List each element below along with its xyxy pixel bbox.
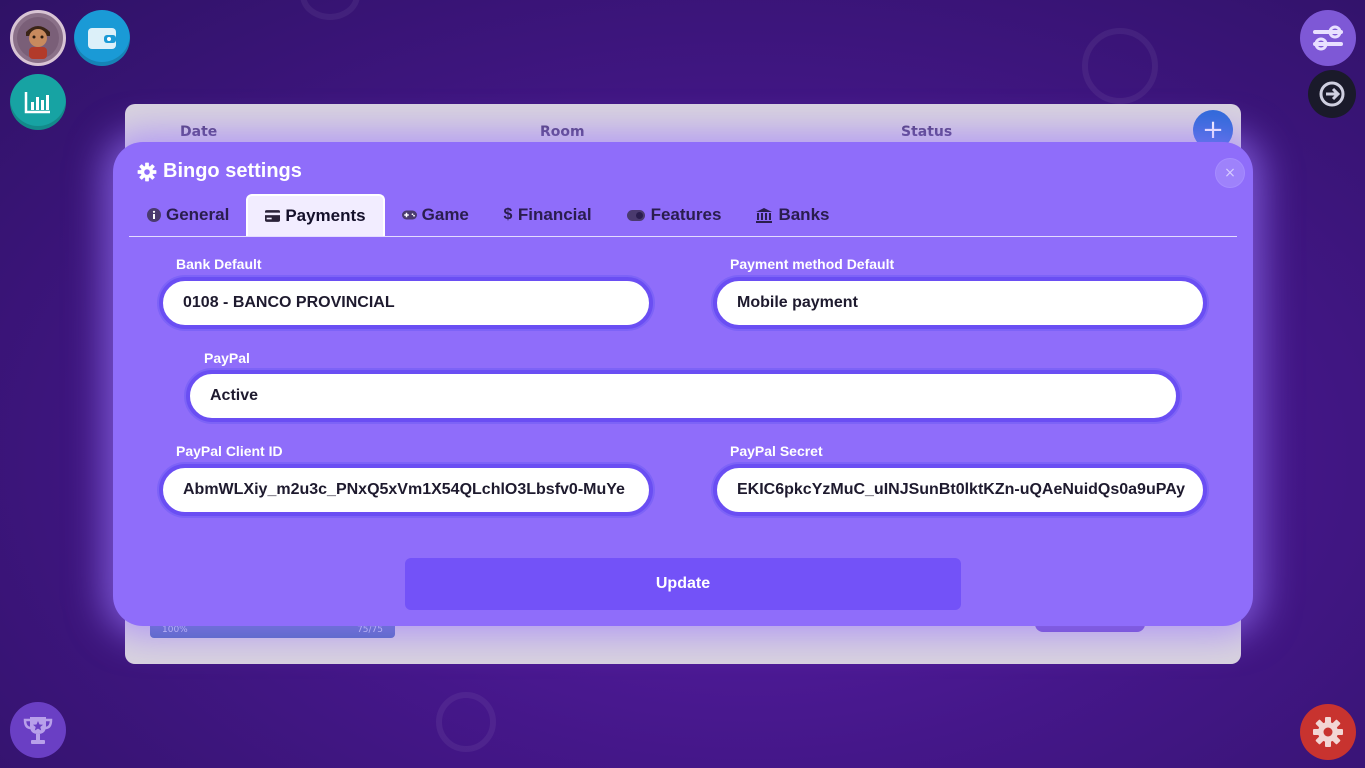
modal-title: Bingo settings [163,160,302,182]
column-header-room: Room [540,124,585,140]
decorative-ring [300,0,360,20]
paypal-client-id-label: PayPal Client ID [176,443,283,459]
payment-method-default-label: Payment method Default [730,256,895,272]
settings-tabs: General Payments Game $ Financial Featur… [129,194,1237,237]
avatar-button[interactable] [10,10,66,66]
wallet-icon [88,28,116,49]
sliders-icon [1313,25,1343,51]
gear-icon [1313,717,1343,747]
logout-icon [1319,81,1345,107]
bank-default-label: Bank Default [176,256,262,272]
trophy-button[interactable] [10,702,66,758]
tab-label: Banks [778,205,830,224]
logout-button[interactable] [1308,70,1356,118]
info-icon [146,208,161,223]
credit-card-icon [265,209,281,224]
paypal-client-id-input[interactable]: AbmWLXiy_m2u3c_PNxQ5xVm1X54QLchlO3Lbsfv0… [159,464,653,516]
tab-label: General [166,205,230,224]
tab-payments[interactable]: Payments [246,194,385,236]
decorative-ring [436,692,496,752]
bar-chart-icon [24,92,50,114]
progress-percent: 100% [162,625,188,635]
paypal-secret-input[interactable]: EKIC6pkcYzMuC_uINJSunBt0lktKZn-uQAeNuidQ… [713,464,1207,516]
paypal-label: PayPal [204,350,250,366]
close-icon: × [1224,165,1236,181]
toggle-icon [626,208,646,223]
decorative-ring [1082,28,1158,104]
tab-general[interactable]: General [129,194,246,236]
tab-features[interactable]: Features [609,194,739,236]
wallet-button[interactable] [74,10,130,66]
bingo-settings-modal: Bingo settings × General Payments Game $… [113,142,1253,626]
tab-label: Financial [517,205,592,224]
column-header-date: Date [180,124,218,140]
tab-financial[interactable]: $ Financial [486,194,609,236]
tab-banks[interactable]: Banks [738,194,846,236]
tab-label: Features [650,205,722,224]
paypal-secret-label: PayPal Secret [730,443,823,459]
avatar-icon [17,17,59,59]
dollar-icon: $ [503,206,513,223]
tab-label: Payments [285,206,366,225]
statistics-button[interactable] [10,74,66,130]
modal-header: Bingo settings [137,160,302,183]
filters-button[interactable] [1300,10,1356,66]
update-button[interactable]: Update [405,558,961,610]
gamepad-icon [401,208,417,223]
close-button[interactable]: × [1215,158,1245,188]
tab-game[interactable]: Game [385,194,486,236]
column-header-status: Status [901,124,953,140]
plus-icon: + [1202,115,1224,145]
tab-label: Game [421,205,469,224]
bank-default-select[interactable]: 0108 - BANCO PROVINCIAL [159,277,653,329]
paypal-status-select[interactable]: Active [186,370,1180,422]
settings-button[interactable] [1300,704,1356,760]
bank-icon [755,207,773,223]
progress-count: 75/75 [357,625,383,635]
trophy-icon [23,717,53,744]
gear-icon [137,162,157,181]
payment-method-default-select[interactable]: Mobile payment [713,277,1207,329]
